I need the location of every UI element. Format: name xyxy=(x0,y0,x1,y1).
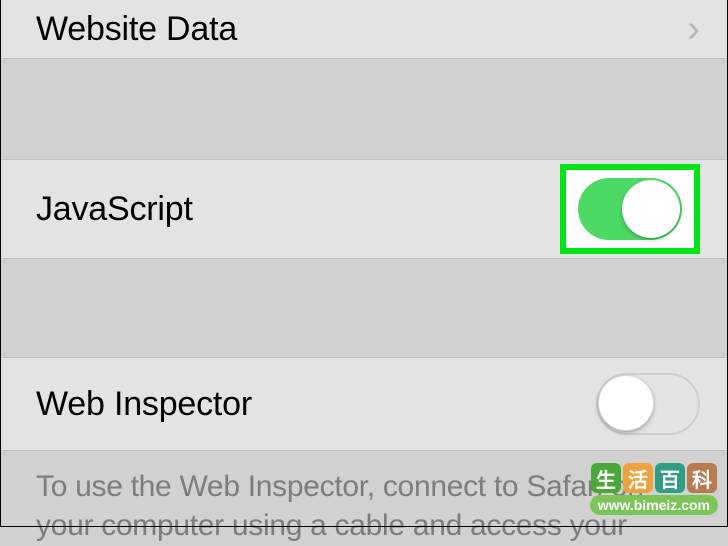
watermark-char: 生 xyxy=(591,463,621,493)
javascript-label: JavaScript xyxy=(36,190,193,229)
web-inspector-toggle[interactable] xyxy=(596,373,700,435)
web-inspector-row: Web Inspector xyxy=(0,357,728,451)
javascript-toggle[interactable] xyxy=(578,178,682,240)
watermark-char: 百 xyxy=(655,463,685,493)
watermark-char: 活 xyxy=(623,463,653,493)
website-data-label: Website Data xyxy=(36,10,237,49)
web-inspector-label: Web Inspector xyxy=(36,385,252,424)
toggle-knob xyxy=(622,180,680,238)
watermark-char: 科 xyxy=(687,463,717,493)
chevron-right-icon: › xyxy=(687,8,700,51)
watermark: 生 活 百 科 www.bimeiz.com xyxy=(590,463,718,515)
javascript-row: JavaScript xyxy=(0,159,728,259)
watermark-url: www.bimeiz.com xyxy=(590,495,718,515)
toggle-knob xyxy=(598,375,654,431)
highlight-box xyxy=(560,164,700,254)
watermark-logo: 生 活 百 科 xyxy=(591,463,717,493)
website-data-row[interactable]: Website Data › xyxy=(0,0,728,59)
